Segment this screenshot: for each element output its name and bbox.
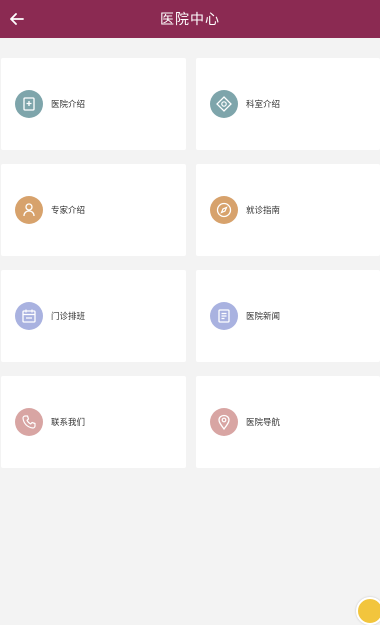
back-button[interactable]	[4, 6, 30, 32]
hospital-icon	[15, 90, 43, 118]
menu-label: 医院导航	[246, 418, 281, 428]
app-header: 医院中心	[0, 0, 380, 38]
menu-card-hospital-news[interactable]: 医院新闻	[196, 270, 380, 362]
menu-label: 就诊指南	[246, 206, 281, 216]
menu-card-expert-intro[interactable]: 专家介绍	[1, 164, 186, 256]
doctor-icon	[15, 196, 43, 224]
department-icon	[210, 90, 238, 118]
location-pin-icon	[210, 408, 238, 436]
schedule-icon	[15, 302, 43, 330]
compass-icon	[210, 196, 238, 224]
arrow-left-icon	[10, 13, 24, 25]
menu-card-hospital-navigation[interactable]: 医院导航	[196, 376, 380, 468]
menu-label: 门诊排班	[51, 312, 86, 322]
menu-label: 科室介绍	[246, 100, 281, 110]
menu-card-hospital-intro[interactable]: 医院介绍	[1, 58, 186, 150]
menu-card-visit-guide[interactable]: 就诊指南	[196, 164, 380, 256]
menu-card-outpatient-schedule[interactable]: 门诊排班	[1, 270, 186, 362]
menu-label: 医院新闻	[246, 312, 281, 322]
menu-label: 专家介绍	[51, 206, 86, 216]
page-title: 医院中心	[160, 12, 220, 28]
menu-label: 联系我们	[51, 418, 86, 428]
menu-card-department-intro[interactable]: 科室介绍	[196, 58, 380, 150]
phone-icon	[15, 408, 43, 436]
floating-action-button[interactable]	[356, 597, 380, 625]
news-icon	[210, 302, 238, 330]
menu-label: 医院介绍	[51, 100, 86, 110]
menu-card-contact-us[interactable]: 联系我们	[1, 376, 186, 468]
